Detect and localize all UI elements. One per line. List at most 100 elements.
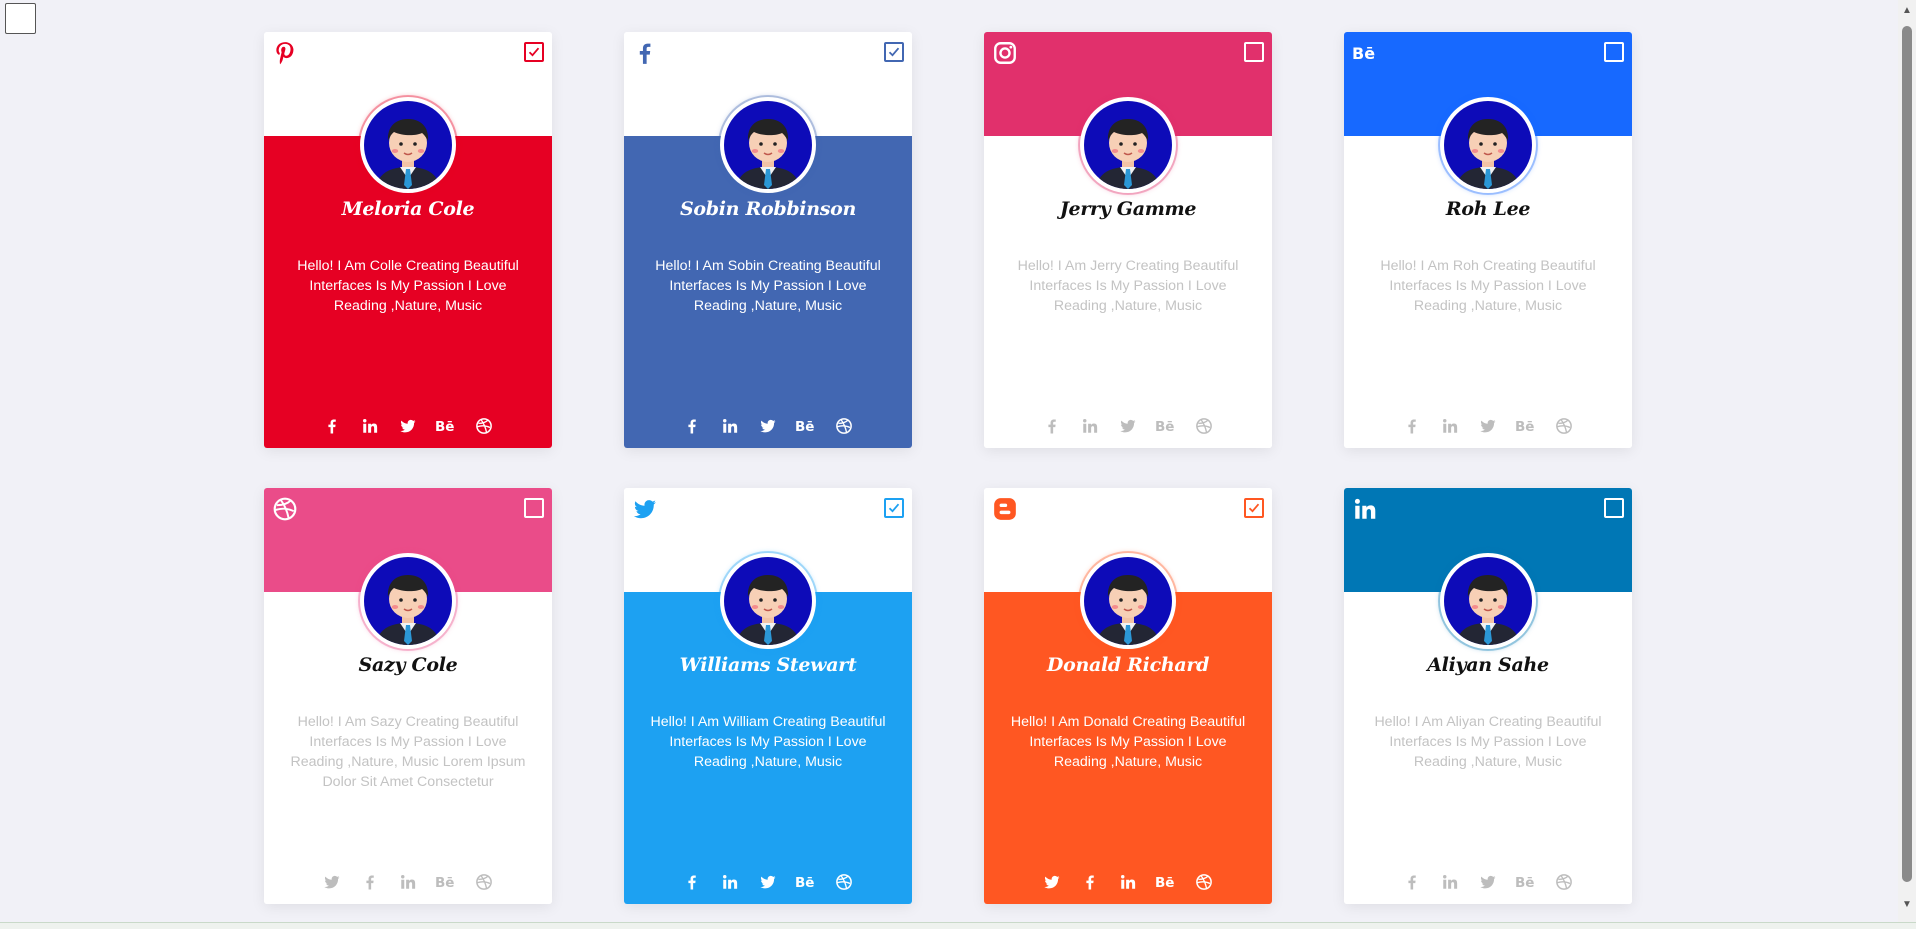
bottom-edge bbox=[0, 922, 1916, 929]
twitter-icon[interactable] bbox=[1477, 417, 1499, 435]
facebook-icon[interactable] bbox=[1401, 873, 1423, 891]
instagram-icon bbox=[992, 40, 1018, 66]
card-select-checkbox[interactable] bbox=[884, 498, 904, 518]
twitter-icon[interactable] bbox=[757, 873, 779, 891]
facebook-icon[interactable] bbox=[681, 417, 703, 435]
profile-name: Williams Stewart bbox=[679, 654, 857, 676]
dribbble-icon[interactable] bbox=[1193, 873, 1215, 891]
card-select-checkbox[interactable] bbox=[524, 42, 544, 62]
svg-text:Bē: Bē bbox=[1352, 44, 1375, 63]
dribbble-icon[interactable] bbox=[473, 873, 495, 891]
profile-name: Sobin Robbinson bbox=[679, 198, 857, 220]
profile-name: Jerry Gamme bbox=[1059, 198, 1197, 220]
profile-bio: Hello! I Am Roh Creating Beautiful Inter… bbox=[1380, 258, 1596, 314]
svg-text:Bē: Bē bbox=[795, 875, 814, 891]
scrollbar[interactable]: ▲ ▼ bbox=[1898, 0, 1916, 922]
pinterest-icon bbox=[272, 40, 298, 66]
avatar bbox=[720, 553, 816, 649]
twitter-icon bbox=[632, 496, 658, 522]
linkedin-icon[interactable] bbox=[397, 873, 419, 891]
blogger-icon bbox=[992, 496, 1018, 522]
twitter-icon[interactable] bbox=[321, 873, 343, 891]
linkedin-icon[interactable] bbox=[1439, 417, 1461, 435]
scroll-thumb[interactable] bbox=[1902, 26, 1912, 882]
profile-card[interactable]: Williams Stewart Hello! I Am William Crea… bbox=[624, 488, 912, 904]
facebook-icon[interactable] bbox=[1041, 417, 1063, 435]
linkedin-icon[interactable] bbox=[1079, 417, 1101, 435]
card-select-checkbox[interactable] bbox=[1244, 42, 1264, 62]
profile-bio: Hello! I Am Sobin Creating Beautiful Int… bbox=[655, 258, 881, 314]
scroll-down-arrow[interactable]: ▼ bbox=[1902, 900, 1912, 910]
behance-icon[interactable]: Bē bbox=[1155, 873, 1177, 891]
social-links: Bē bbox=[984, 417, 1272, 435]
profile-card[interactable]: Aliyan Sahe Hello! I Am Aliyan Creating B… bbox=[1344, 488, 1632, 904]
twitter-icon[interactable] bbox=[397, 417, 419, 435]
social-links: Bē bbox=[624, 417, 912, 435]
card-select-checkbox[interactable] bbox=[524, 498, 544, 518]
behance-icon[interactable]: Bē bbox=[795, 873, 817, 891]
profile-bio: Hello! I Am Sazy Creating Beautiful Inte… bbox=[290, 714, 526, 790]
social-links: Bē bbox=[624, 873, 912, 891]
profile-bio: Hello! I Am Colle Creating Beautiful Int… bbox=[297, 258, 519, 314]
linkedin-icon[interactable] bbox=[1439, 873, 1461, 891]
dribbble-icon[interactable] bbox=[1553, 873, 1575, 891]
profile-name: Donald Richard bbox=[1046, 654, 1210, 676]
svg-text:Bē: Bē bbox=[1155, 875, 1174, 891]
card-select-checkbox[interactable] bbox=[1604, 42, 1624, 62]
social-links: Bē bbox=[264, 873, 552, 891]
profile-name: Roh Lee bbox=[1445, 198, 1531, 220]
profile-card[interactable]: Jerry Gamme Hello! I Am Jerry Creating Be… bbox=[984, 32, 1272, 448]
behance-icon[interactable]: Bē bbox=[1155, 417, 1177, 435]
social-links: Bē bbox=[984, 873, 1272, 891]
scroll-up-arrow[interactable]: ▲ bbox=[1902, 6, 1912, 16]
behance-icon: Bē bbox=[1352, 40, 1378, 66]
select-all-checkbox[interactable] bbox=[5, 3, 36, 34]
behance-icon[interactable]: Bē bbox=[1515, 873, 1537, 891]
profile-card[interactable]: Bē Roh Lee Hello! I Am Roh Creating Beauti… bbox=[1344, 32, 1632, 448]
profile-card[interactable]: Sobin Robbinson Hello! I Am Sobin Creatin… bbox=[624, 32, 912, 448]
twitter-icon[interactable] bbox=[1041, 873, 1063, 891]
avatar bbox=[1440, 97, 1536, 193]
dribbble-icon[interactable] bbox=[1193, 417, 1215, 435]
behance-icon[interactable]: Bē bbox=[435, 417, 457, 435]
svg-text:Bē: Bē bbox=[435, 875, 454, 891]
dribbble-icon[interactable] bbox=[1553, 417, 1575, 435]
avatar bbox=[360, 553, 456, 649]
linkedin-icon bbox=[1352, 496, 1378, 522]
behance-icon[interactable]: Bē bbox=[435, 873, 457, 891]
facebook-icon[interactable] bbox=[1079, 873, 1101, 891]
profile-card[interactable]: Donald Richard Hello! I Am Donald Creatin… bbox=[984, 488, 1272, 904]
linkedin-icon[interactable] bbox=[719, 417, 741, 435]
facebook-icon[interactable] bbox=[681, 873, 703, 891]
card-select-checkbox[interactable] bbox=[1244, 498, 1264, 518]
dribbble-icon[interactable] bbox=[473, 417, 495, 435]
profile-card[interactable]: Meloria Cole Hello! I Am Colle Creating B… bbox=[264, 32, 552, 448]
dribbble-icon[interactable] bbox=[833, 417, 855, 435]
svg-text:Bē: Bē bbox=[1515, 419, 1534, 435]
svg-text:Bē: Bē bbox=[795, 419, 814, 435]
linkedin-icon[interactable] bbox=[719, 873, 741, 891]
behance-icon[interactable]: Bē bbox=[795, 417, 817, 435]
svg-text:Bē: Bē bbox=[435, 419, 454, 435]
profile-bio: Hello! I Am William Creating Beautiful I… bbox=[650, 714, 886, 770]
behance-icon[interactable]: Bē bbox=[1515, 417, 1537, 435]
avatar bbox=[720, 97, 816, 193]
card-select-checkbox[interactable] bbox=[1604, 498, 1624, 518]
twitter-icon[interactable] bbox=[757, 417, 779, 435]
profile-name: Sazy Cole bbox=[358, 654, 458, 676]
profile-card[interactable]: Sazy Cole Hello! I Am Sazy Creating Beaut… bbox=[264, 488, 552, 904]
dribbble-icon[interactable] bbox=[833, 873, 855, 891]
facebook-icon[interactable] bbox=[1401, 417, 1423, 435]
social-links: Bē bbox=[264, 417, 552, 435]
facebook-icon[interactable] bbox=[359, 873, 381, 891]
avatar bbox=[1080, 97, 1176, 193]
linkedin-icon[interactable] bbox=[1117, 873, 1139, 891]
twitter-icon[interactable] bbox=[1477, 873, 1499, 891]
avatar bbox=[360, 97, 456, 193]
facebook-icon bbox=[632, 40, 658, 66]
facebook-icon[interactable] bbox=[321, 417, 343, 435]
linkedin-icon[interactable] bbox=[359, 417, 381, 435]
profile-name: Aliyan Sahe bbox=[1427, 654, 1549, 676]
twitter-icon[interactable] bbox=[1117, 417, 1139, 435]
card-select-checkbox[interactable] bbox=[884, 42, 904, 62]
